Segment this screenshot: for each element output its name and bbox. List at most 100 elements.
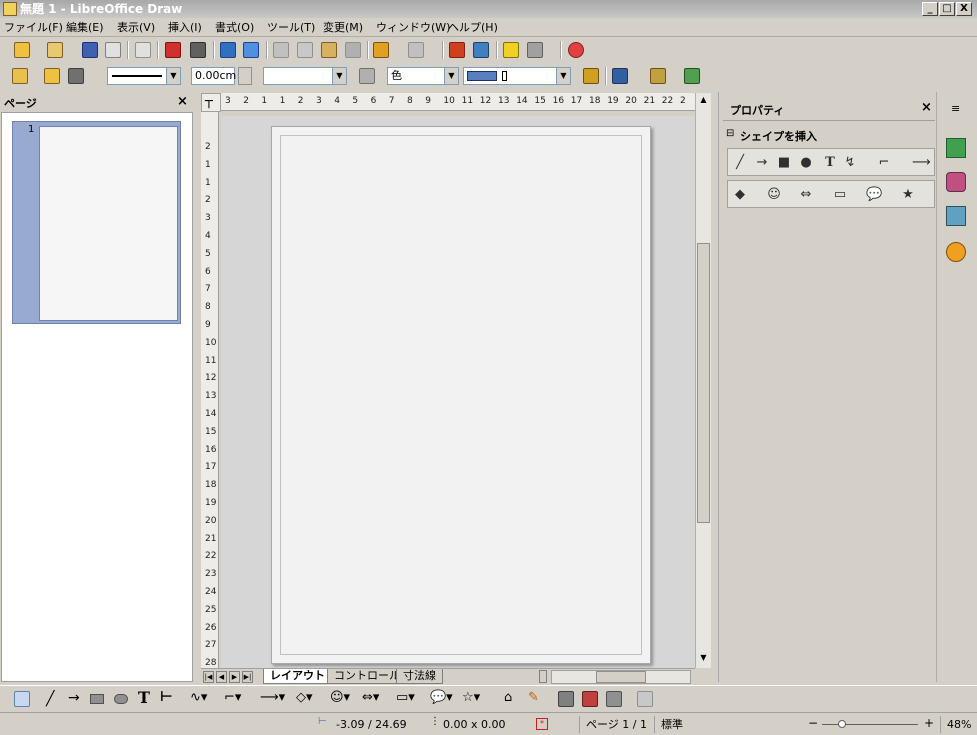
format-paintbrush-icon[interactable] <box>345 42 361 58</box>
chart-icon[interactable] <box>449 42 465 58</box>
tab-layout[interactable]: レイアウト <box>263 669 332 684</box>
vertical-ruler[interactable]: 2 1 1 2 3 4 5 6 7 8 9 10 11 12 13 14 15 16 17 18 19 20 21 22 23 2… <box>201 112 219 668</box>
first-tab-button[interactable]: |◀ <box>203 671 214 683</box>
zoom-slider-thumb[interactable] <box>838 720 846 728</box>
zoom-slider[interactable] <box>822 720 918 728</box>
email-icon[interactable] <box>105 42 121 58</box>
text-icon[interactable]: T <box>822 155 838 171</box>
gallery-icon[interactable] <box>503 42 519 58</box>
last-tab-button[interactable]: ▶| <box>242 671 253 683</box>
line-ends-icon[interactable]: ⟶ <box>912 155 931 171</box>
menu-modify[interactable]: 変更(M) <box>323 20 363 35</box>
styles-deck-icon[interactable] <box>946 172 966 192</box>
scroll-up-arrow[interactable]: ▲ <box>697 95 710 109</box>
tab-splitter[interactable] <box>539 670 547 683</box>
properties-close-button[interactable]: × <box>921 100 932 115</box>
vertical-text-icon[interactable]: ⊢ <box>160 689 173 705</box>
align-icon[interactable] <box>650 68 666 84</box>
page-panel-close-button[interactable]: × <box>177 94 188 109</box>
tab-controls[interactable]: コントロール <box>327 669 407 684</box>
ellipse-icon[interactable]: ● <box>798 155 814 171</box>
copy-icon[interactable] <box>297 42 313 58</box>
draw-connector-icon[interactable]: ⌐▾ <box>224 690 241 705</box>
edit-file-icon[interactable] <box>135 42 151 58</box>
zoom-out-button[interactable]: − <box>808 716 818 730</box>
new-document-icon[interactable] <box>14 42 30 58</box>
zoom-icon[interactable] <box>527 42 543 58</box>
draw-symbol-shapes-icon[interactable]: ☺▾ <box>330 690 350 705</box>
draw-basic-shapes-icon[interactable]: ◇▾ <box>296 690 313 705</box>
menu-edit[interactable]: 編集(E) <box>66 20 104 35</box>
draw-flowchart-icon[interactable]: ▭▾ <box>396 690 415 705</box>
insert-image-icon[interactable] <box>558 691 574 707</box>
zoom-in-button[interactable]: + <box>924 716 934 730</box>
draw-rectangle-icon[interactable] <box>90 694 104 704</box>
area-fill-icon[interactable] <box>359 68 375 84</box>
draw-stars-icon[interactable]: ☆▾ <box>462 690 480 705</box>
menu-view[interactable]: 表示(V) <box>117 20 155 35</box>
drawing-page[interactable] <box>271 126 651 664</box>
insert-object-icon[interactable] <box>582 691 598 707</box>
basic-shapes-diamond-icon[interactable]: ◆ <box>732 187 748 203</box>
line-arrow-icon[interactable]: → <box>754 155 770 171</box>
draw-ellipse-icon[interactable] <box>114 694 128 704</box>
close-window-button[interactable]: X <box>956 2 972 16</box>
draw-text-icon[interactable]: T <box>138 688 150 707</box>
menu-window[interactable]: ウィンドウ(W) <box>376 20 450 35</box>
save-icon[interactable] <box>82 42 98 58</box>
h-scroll-thumb[interactable] <box>596 671 646 683</box>
rectangle-icon[interactable]: ■ <box>776 155 792 171</box>
curve-icon[interactable]: ↯ <box>842 155 858 171</box>
gallery-deck-icon[interactable] <box>946 206 966 226</box>
draw-callouts-icon[interactable]: 💬▾ <box>430 690 453 705</box>
styles-icon[interactable] <box>12 68 28 84</box>
rotate-icon[interactable] <box>612 68 628 84</box>
help-lifebuoy-icon[interactable] <box>568 42 584 58</box>
undo-icon[interactable] <box>373 42 389 58</box>
flowchart-icon[interactable]: ▭ <box>832 187 848 203</box>
horizontal-scrollbar[interactable] <box>551 670 691 684</box>
toggle-extrusion-icon[interactable] <box>606 691 622 707</box>
draw-line-ends-icon[interactable]: ⟶▾ <box>260 690 285 705</box>
points-edit-icon[interactable]: ⌂ <box>504 690 512 705</box>
connector-icon[interactable]: ⌐ <box>876 155 892 171</box>
tab-dimension-lines[interactable]: 寸法線 <box>396 669 443 684</box>
properties-deck-icon[interactable] <box>946 138 966 158</box>
menu-file[interactable]: ファイル(F) <box>4 20 63 35</box>
fontwork-icon[interactable] <box>637 691 653 707</box>
draw-line-icon[interactable]: ╱ <box>46 691 54 707</box>
vertical-scrollbar[interactable]: ▲ ▼ <box>695 93 711 668</box>
minimize-button[interactable]: _ <box>922 2 938 16</box>
select-pointer-icon[interactable] <box>14 691 30 707</box>
block-arrows-icon[interactable]: ⇔ <box>798 187 814 203</box>
paste-icon[interactable] <box>321 42 337 58</box>
open-folder-icon[interactable] <box>47 42 63 58</box>
navigator-deck-icon[interactable] <box>946 242 966 262</box>
line-color-select[interactable]: ▼ <box>263 67 347 85</box>
section-collapse-icon[interactable]: ⊟ <box>726 128 734 139</box>
print-icon[interactable] <box>190 42 206 58</box>
arrow-style-icon[interactable] <box>68 68 84 84</box>
autospell-icon[interactable] <box>243 42 259 58</box>
menu-insert[interactable]: 挿入(I) <box>168 20 202 35</box>
maximize-button[interactable]: □ <box>939 2 955 16</box>
scroll-down-arrow[interactable]: ▼ <box>697 653 710 667</box>
zoom-level[interactable]: 48% <box>940 716 977 733</box>
scroll-thumb[interactable] <box>697 243 710 523</box>
redo-icon[interactable] <box>408 42 424 58</box>
prev-tab-button[interactable]: ◀ <box>216 671 227 683</box>
drawing-canvas[interactable] <box>221 116 695 668</box>
line-style-icon[interactable] <box>44 68 60 84</box>
glue-points-icon[interactable]: ✎ <box>528 690 539 705</box>
area-color-select[interactable]: ▼ <box>463 67 571 85</box>
page-style[interactable]: 標準 <box>654 716 794 733</box>
navigator-icon[interactable] <box>473 42 489 58</box>
draw-arrow-icon[interactable]: → <box>68 690 80 706</box>
menu-tools[interactable]: ツール(T) <box>267 20 315 35</box>
line-style-select[interactable]: ▼ <box>107 67 181 85</box>
draw-block-arrows-icon[interactable]: ⇔▾ <box>362 690 379 705</box>
horizontal-ruler[interactable]: 3 2 1 1 2 3 4 5 6 7 8 9 10 11 12 13 14 15 16 17 18 19 20 21 22 2 <box>221 93 695 111</box>
cut-icon[interactable] <box>273 42 289 58</box>
callouts-icon[interactable]: 💬 <box>866 187 882 203</box>
draw-curve-icon[interactable]: ∿▾ <box>190 690 207 705</box>
